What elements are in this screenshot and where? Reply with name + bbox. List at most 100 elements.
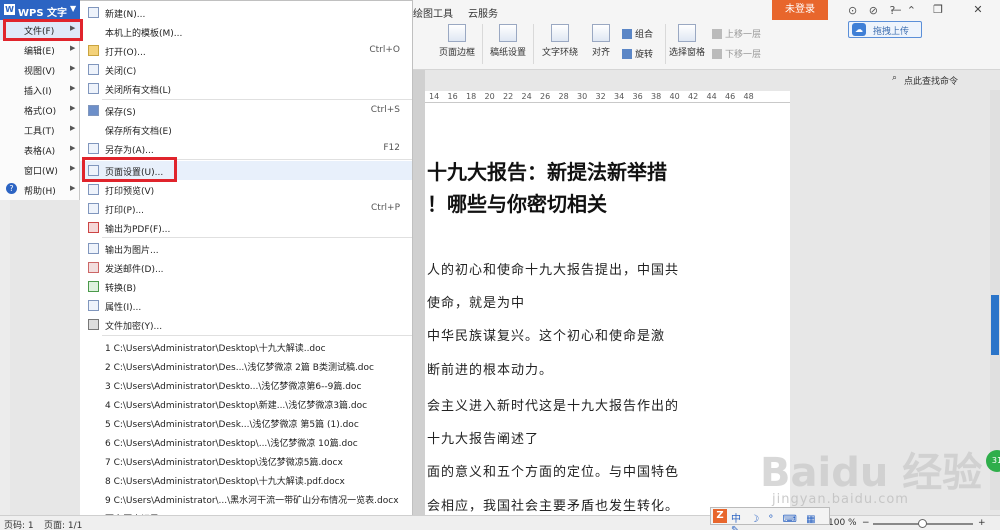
item-label: 输出为图片... [105, 246, 159, 256]
recent-file-item[interactable]: 7 C:\Users\Administrator\Desktop\浅亿梦微凉5篇… [105, 451, 405, 470]
new-doc-icon [88, 7, 99, 18]
menu-window[interactable]: 窗口(W) ▶ [0, 160, 80, 180]
menu-local-templates[interactable]: 本机上的模板(M)... [80, 22, 412, 41]
menu-label: 表格(A) [24, 147, 56, 157]
menu-open[interactable]: 打开(O)... Ctrl+O [80, 41, 412, 60]
recent-file-path: 9 C:\Users\Administrator\...\黑水河干流一带矿山分布… [105, 496, 399, 506]
ruler-mark: 26 [540, 92, 551, 101]
shortcut: F12 [383, 143, 400, 153]
menu-encrypt[interactable]: 文件加密(Y)... [80, 315, 412, 334]
menu-export-pdf[interactable]: 输出为PDF(F)... [80, 218, 412, 237]
menu-save-all[interactable]: 保存所有文档(E) [80, 120, 412, 139]
recent-file-item[interactable]: 1 C:\Users\Administrator\Desktop\十九大解读..… [105, 337, 405, 356]
ruler-mark: 32 [595, 92, 606, 101]
doc-line: 中华民族谋复兴。这个初心和使命是激 [427, 329, 666, 344]
menu-save-as[interactable]: 另存为(A)... F12 [80, 139, 412, 158]
ime-logo-icon: Z [713, 509, 727, 523]
ruler-mark: 24 [521, 92, 532, 101]
restore-icon[interactable]: ❐ [918, 0, 958, 20]
ruler-mark: 30 [577, 92, 588, 101]
selection-pane-button[interactable]: 选择窗格 [668, 24, 706, 58]
ruler-mark: 20 [484, 92, 495, 101]
menu-table[interactable]: 表格(A) ▶ [0, 140, 80, 160]
cloud-icon: ☁ [852, 23, 866, 36]
wps-app-menu-button[interactable]: W WPS 文字 ▼ [0, 0, 80, 20]
recent-file-item[interactable]: 3 C:\Users\Administrator\Deskto...\浅亿梦微凉… [105, 375, 405, 394]
scroll-thumb[interactable] [991, 295, 999, 355]
align-button[interactable]: 对齐 [585, 24, 617, 58]
login-button[interactable]: 未登录 [772, 0, 828, 20]
menu-view[interactable]: 视图(V) ▶ [0, 60, 80, 80]
text-wrap-button[interactable]: 文字环绕 [537, 24, 583, 58]
zoom-slider-handle[interactable] [918, 519, 927, 528]
menu-close-all[interactable]: 关闭所有文档(L) [80, 79, 412, 98]
chevron-right-icon: ▶ [70, 144, 76, 152]
item-label: 保存所有文档(E) [105, 127, 172, 137]
upload-button[interactable]: ☁ 拖拽上传 [848, 21, 922, 38]
doc-line: 使命，就是为中 [427, 296, 526, 311]
tab-cloud-service[interactable]: 云服务 [468, 5, 498, 20]
send-backward-button[interactable]: 下移一层 [712, 47, 761, 60]
menu-label: 编辑(E) [24, 47, 55, 57]
page-border-button[interactable]: 页面边框 [435, 24, 479, 58]
file-submenu: 新建(N)... 本机上的模板(M)... 打开(O)... Ctrl+O 关闭(… [80, 0, 413, 530]
recent-file-item[interactable]: 4 C:\Users\Administrator\Desktop\新建...\浅… [105, 394, 405, 413]
menu-close[interactable]: 关闭(C) [80, 60, 412, 79]
chevron-right-icon: ▶ [70, 44, 76, 52]
menu-save[interactable]: 保存(S) Ctrl+S [80, 101, 412, 120]
close-doc-icon [88, 64, 99, 75]
ruler-mark: 48 [743, 92, 754, 101]
recent-file-item[interactable]: 2 C:\Users\Administrator\Des...\浅亿梦微凉 2篇… [105, 356, 405, 375]
baidu-watermark: Baidu 经验 jingyan.baidu.com [760, 440, 1000, 520]
item-label: 发送邮件(D)... [105, 265, 164, 275]
skin-icon[interactable]: ⊙ [848, 4, 861, 17]
mail-icon [88, 262, 99, 273]
menu-label: 视图(V) [24, 67, 56, 77]
upload-label: 拖拽上传 [873, 27, 910, 37]
ruler-mark: 38 [651, 92, 662, 101]
menu-print-preview[interactable]: 打印预览(V) [80, 180, 412, 199]
page-border-icon [448, 24, 466, 42]
recent-file-item[interactable]: 8 C:\Users\Administrator\Desktop\十九大解读.p… [105, 470, 405, 489]
item-label: 转换(B) [105, 284, 137, 294]
menu-export-image[interactable]: 输出为图片... [80, 239, 412, 258]
tab-drawing-tools[interactable]: 绘图工具 [413, 5, 453, 20]
horizontal-ruler: 14 16 18 20 22 24 26 28 30 32 34 36 38 40 42 44 46 48 [425, 91, 790, 103]
watermark-brand: Baidu 经验 [760, 450, 983, 496]
group-button[interactable]: 组合 [622, 27, 653, 40]
item-label: 本机上的模板(M)... [105, 29, 183, 39]
menu-tools[interactable]: 工具(T) ▶ [0, 120, 80, 140]
send-backward-label: 下移一层 [725, 50, 762, 60]
rotate-button[interactable]: 旋转 [622, 47, 653, 60]
main-menu: 文件(F) ▶ 编辑(E) ▶ 视图(V) ▶ 插入(I) ▶ 格式(O) ▶ … [0, 20, 80, 200]
bring-forward-button[interactable]: 上移一层 [712, 27, 761, 40]
document-page[interactable]: 十九大报告：新提法新举措 ！哪些与你密切相关 人的初心和使命十九大报告提出，中国… [425, 103, 790, 530]
ruler-mark: 36 [632, 92, 643, 101]
menu-new[interactable]: 新建(N)... [80, 3, 412, 22]
ruler-mark: 22 [503, 92, 514, 101]
item-label: 另存为(A)... [105, 146, 154, 156]
manuscript-button[interactable]: 稿纸设置 [486, 24, 530, 58]
menu-format[interactable]: 格式(O) ▶ [0, 100, 80, 120]
menu-print[interactable]: 打印(P)... Ctrl+P [80, 199, 412, 218]
command-search[interactable]: ⌕ 点此查找命令 [890, 70, 1000, 88]
menu-insert[interactable]: 插入(I) ▶ [0, 80, 80, 100]
doc-line: 断前进的根本动力。 [427, 363, 554, 378]
expand-icon[interactable]: ⌃ [907, 4, 920, 17]
share-icon[interactable]: ⊘ [869, 4, 882, 17]
recent-file-path: 3 C:\Users\Administrator\Deskto...\浅亿梦微凉… [105, 382, 362, 392]
menu-send-mail[interactable]: 发送邮件(D)... [80, 258, 412, 277]
help-menu-icon[interactable]: ? [889, 4, 899, 17]
recent-file-item[interactable]: 9 C:\Users\Administrator\...\黑水河干流一带矿山分布… [105, 489, 405, 508]
rotate-label: 旋转 [635, 50, 654, 60]
menu-properties[interactable]: 属性(I)... [80, 296, 412, 315]
menu-help[interactable]: ? 帮助(H) ▶ [0, 180, 80, 200]
menu-edit[interactable]: 编辑(E) ▶ [0, 40, 80, 60]
ruler-mark: 44 [706, 92, 717, 101]
recent-file-item[interactable]: 6 C:\Users\Administrator\Desktop\...\浅亿梦… [105, 432, 405, 451]
manuscript-icon [499, 24, 517, 42]
recent-file-item[interactable]: 5 C:\Users\Administrator\Desk...\浅亿梦微凉 第… [105, 413, 405, 432]
close-icon[interactable]: ✕ [958, 0, 998, 20]
ruler-mark: 16 [447, 92, 458, 101]
menu-convert[interactable]: 转换(B) [80, 277, 412, 296]
